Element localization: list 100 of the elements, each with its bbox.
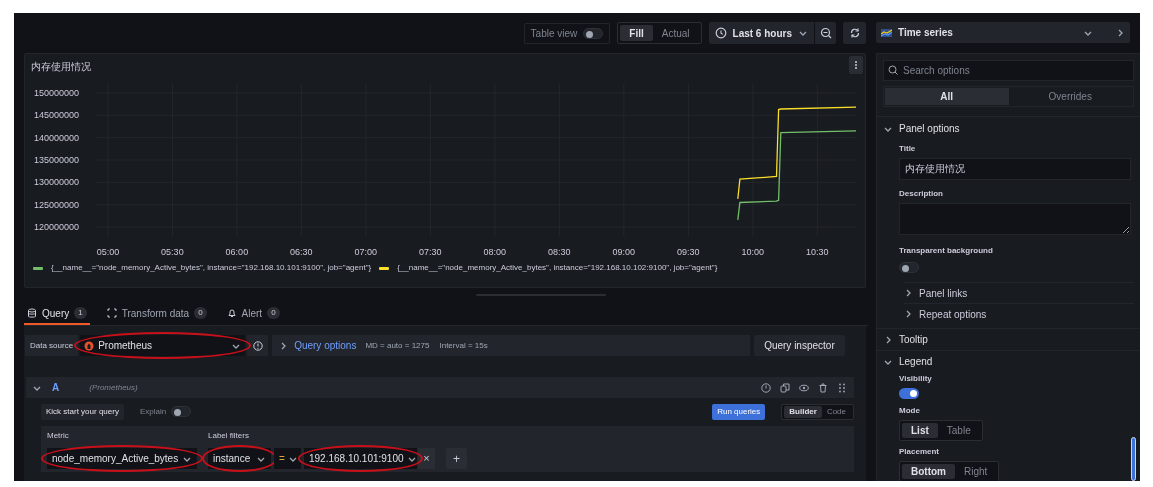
scrollbar-thumb[interactable] bbox=[1131, 437, 1136, 481]
help-icon bbox=[760, 382, 771, 393]
zoom-out-icon bbox=[819, 27, 832, 39]
options-tab[interactable]: All bbox=[885, 88, 1009, 105]
label-filters-label: Label filters bbox=[208, 430, 249, 442]
y-axis-label: 120000000 bbox=[33, 222, 79, 233]
explain-label: Explain bbox=[139, 405, 167, 418]
help-button[interactable] bbox=[247, 335, 269, 356]
section-header[interactable]: Tooltip bbox=[883, 329, 1134, 350]
x-axis-label: 05:00 bbox=[96, 247, 120, 257]
x-axis-label: 10:00 bbox=[741, 247, 765, 257]
query-ref-label: A bbox=[52, 381, 60, 395]
y-axis-label: 125000000 bbox=[33, 199, 79, 210]
add-filter-button[interactable]: + bbox=[446, 448, 467, 469]
clock-icon bbox=[714, 27, 727, 39]
field-label: Transparent background bbox=[899, 245, 994, 257]
kick-start-button[interactable]: Kick start your query bbox=[41, 403, 124, 420]
count-badge: 1 bbox=[74, 307, 87, 319]
radio-option[interactable]: Bottom bbox=[902, 464, 955, 479]
legend-label[interactable]: {__name__="node_memory_Active_bytes", instance="192.168.10.102:9100", job="agent"} bbox=[397, 262, 718, 274]
query-inspector-button[interactable]: Query inspector bbox=[754, 335, 845, 356]
data-source-select[interactable]: Prometheus bbox=[80, 335, 246, 356]
trash-icon bbox=[817, 382, 828, 393]
count-badge: 0 bbox=[194, 307, 207, 319]
x-axis-label: 08:00 bbox=[483, 247, 507, 257]
radio-option[interactable]: Actual bbox=[652, 25, 699, 41]
x-axis-label: 06:30 bbox=[290, 247, 313, 257]
title-input[interactable]: 内存使用情况 bbox=[899, 158, 1131, 180]
database-icon bbox=[27, 308, 37, 318]
copy-icon bbox=[779, 382, 790, 393]
x-axis-label: 09:30 bbox=[677, 247, 700, 257]
y-axis-label: 140000000 bbox=[33, 132, 79, 143]
legend-label[interactable]: {__name__="node_memory_Active_bytes", instance="192.168.10.101:9100", job="agent"} bbox=[51, 262, 372, 274]
table-view-label: Table view bbox=[530, 26, 578, 41]
radio-option[interactable]: Right bbox=[955, 464, 997, 479]
options-tab[interactable]: Overrides bbox=[1008, 88, 1132, 105]
y-axis-label: 150000000 bbox=[33, 87, 79, 98]
interval-text: Interval = 15s bbox=[439, 339, 488, 352]
query-tab[interactable]: Transform data 0 bbox=[103, 303, 210, 325]
x-axis-label: 05:30 bbox=[161, 247, 184, 257]
field-label: Title bbox=[899, 143, 917, 155]
section-header[interactable]: Repeat options bbox=[903, 303, 1134, 324]
x-axis-label: 07:00 bbox=[354, 247, 378, 257]
label-value-select[interactable]: 192.168.10.101:9100 bbox=[304, 448, 417, 469]
max-data-points-text: MD = auto = 1275 bbox=[365, 339, 430, 352]
frame-icon bbox=[106, 308, 117, 318]
data-source-label: Data source bbox=[25, 335, 79, 356]
search-field[interactable]: Search options bbox=[883, 60, 1134, 81]
count-badge: 0 bbox=[267, 307, 280, 319]
menu-button[interactable] bbox=[849, 56, 863, 74]
x-axis-label: 10:30 bbox=[806, 247, 829, 257]
help-icon bbox=[252, 340, 263, 351]
drag-handle-icon bbox=[836, 382, 847, 393]
field-label: Visibility bbox=[899, 373, 933, 385]
metric-label: Metric bbox=[47, 430, 70, 442]
search-icon bbox=[888, 65, 898, 75]
chart-thumbnail-icon bbox=[881, 27, 892, 38]
x-axis-label: 07:30 bbox=[419, 247, 442, 257]
help-button[interactable] bbox=[759, 381, 772, 394]
label-key-select[interactable]: instance bbox=[208, 448, 271, 469]
toggle-switch[interactable] bbox=[899, 262, 919, 273]
toggle-switch[interactable] bbox=[583, 27, 604, 39]
query-tab[interactable]: Alert 0 bbox=[223, 303, 283, 325]
bell-icon bbox=[226, 308, 237, 318]
y-axis-label: 135000000 bbox=[33, 155, 79, 165]
eye-icon bbox=[798, 382, 809, 393]
flame-logo-icon bbox=[84, 340, 95, 351]
kebab-menu-icon bbox=[854, 60, 858, 70]
query-source-label: (Prometheus) bbox=[89, 381, 139, 394]
radio-option[interactable]: Code bbox=[821, 405, 851, 418]
copy-button[interactable] bbox=[778, 381, 791, 394]
refresh-button[interactable] bbox=[843, 22, 866, 44]
refresh-icon bbox=[848, 27, 861, 39]
radio-option[interactable]: List bbox=[902, 423, 938, 438]
query-options-link[interactable]: Query options bbox=[294, 338, 357, 353]
query-options-bar[interactable]: Query options MD = auto = 1275 Interval = 15s bbox=[272, 335, 751, 356]
toggle-switch[interactable] bbox=[899, 388, 919, 399]
operator-select[interactable]: = bbox=[274, 448, 301, 469]
section-header[interactable]: Legend bbox=[883, 351, 1134, 372]
toggle-switch[interactable] bbox=[171, 406, 192, 417]
time-range-label: Last 6 hours bbox=[732, 26, 792, 41]
y-axis-label: 145000000 bbox=[33, 110, 79, 121]
field-label: Description bbox=[899, 188, 944, 200]
radio-option[interactable]: Table bbox=[937, 423, 980, 438]
y-axis-label: 130000000 bbox=[33, 177, 79, 188]
table-view-control[interactable]: Table view bbox=[523, 22, 611, 44]
run-queries-button[interactable]: Run queries bbox=[712, 403, 766, 420]
radio-option[interactable]: Builder bbox=[784, 405, 822, 418]
time-range-picker[interactable]: Last 6 hours bbox=[708, 22, 836, 44]
x-axis-label: 08:30 bbox=[548, 247, 571, 257]
remove-filter-button[interactable]: × bbox=[418, 448, 435, 469]
section-header[interactable]: Panel options bbox=[883, 118, 1134, 139]
visualization-picker[interactable]: Time series bbox=[876, 22, 1130, 43]
metric-select[interactable]: node_memory_Active_bytes bbox=[47, 448, 197, 469]
panel-title: 内存使用情况 bbox=[31, 60, 91, 74]
radio-option[interactable]: Fill bbox=[620, 25, 653, 41]
field-label: Placement bbox=[899, 446, 941, 458]
x-axis-label: 09:00 bbox=[612, 247, 636, 257]
x-axis-label: 06:00 bbox=[225, 247, 249, 257]
section-header[interactable]: Panel links bbox=[903, 282, 1134, 303]
